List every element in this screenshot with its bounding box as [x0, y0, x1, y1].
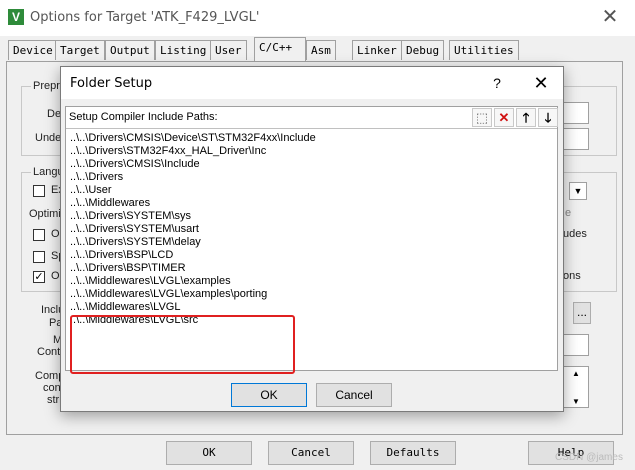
tab-device[interactable]: Device — [8, 40, 58, 60]
dialog-close-icon[interactable]: ✕ — [529, 71, 553, 95]
path-item[interactable]: ..\..\Drivers — [70, 171, 550, 184]
include-paths-list-box: Setup Compiler Include Paths: ⬚ ✕ 🡑 🡓 ..… — [65, 106, 558, 374]
outer-cancel-button[interactable]: Cancel — [268, 441, 354, 465]
list-header-label: Setup Compiler Include Paths: — [69, 111, 218, 123]
outer-defaults-button[interactable]: Defaults — [370, 441, 456, 465]
execute-only-checkbox[interactable] — [33, 185, 45, 197]
window-titlebar: V Options for Target 'ATK_F429_LVGL' ✕ — [0, 0, 635, 36]
tab-output[interactable]: Output — [105, 40, 155, 60]
window-title: Options for Target 'ATK_F429_LVGL' — [30, 10, 260, 25]
path-list: ..\..\Drivers\CMSIS\Device\ST\STM32F4xx\… — [70, 132, 550, 327]
tab-user[interactable]: User — [210, 40, 247, 60]
tab-debug[interactable]: Debug — [401, 40, 445, 60]
tab-c-cpp[interactable]: C/C++ — [254, 37, 306, 61]
path-item[interactable]: ..\..\Drivers\CMSIS\Include — [70, 158, 550, 171]
path-item[interactable]: ..\..\Middlewares\LVGL\examples — [70, 275, 550, 288]
option3-checkbox[interactable]: ✓ — [33, 271, 45, 283]
dropdown-arrow-icon[interactable]: ▼ — [569, 182, 587, 200]
include-paths-browse-button[interactable]: ... — [573, 302, 591, 324]
path-item[interactable]: ..\..\Drivers\SYSTEM\delay — [70, 236, 550, 249]
tab-asm[interactable]: Asm — [306, 40, 336, 60]
list-header: Setup Compiler Include Paths: ⬚ ✕ 🡑 🡓 — [66, 107, 558, 129]
misc-controls-input-edge[interactable] — [563, 334, 589, 356]
right-partial-e: e — [565, 207, 572, 219]
path-item[interactable]: ..\..\Drivers\CMSIS\Device\ST\STM32F4xx\… — [70, 132, 550, 145]
move-down-icon[interactable]: 🡓 — [538, 108, 558, 127]
dialog-title: Folder Setup — [70, 76, 153, 91]
dialog-titlebar: Folder Setup ? ✕ — [61, 67, 563, 99]
path-item[interactable]: ..\..\Drivers\STM32F4xx_HAL_Driver\Inc — [70, 145, 550, 158]
watermark: CSDN @james — [555, 452, 623, 463]
tab-listing[interactable]: Listing — [155, 40, 212, 60]
path-item[interactable]: ..\..\Drivers\BSP\TIMER — [70, 262, 550, 275]
window-close-icon[interactable]: ✕ — [598, 5, 622, 29]
new-folder-icon[interactable]: ⬚ — [472, 108, 492, 127]
option2-checkbox[interactable] — [33, 251, 45, 263]
compiler-string-scrollbar[interactable]: ▲ ▼ — [563, 366, 589, 408]
outer-ok-button[interactable]: OK — [166, 441, 252, 465]
path-item[interactable]: ..\..\Middlewares\LVGL — [70, 301, 550, 314]
path-item[interactable]: ..\..\Drivers\SYSTEM\usart — [70, 223, 550, 236]
tab-utilities[interactable]: Utilities — [449, 40, 519, 60]
tab-linker[interactable]: Linker — [352, 40, 402, 60]
keil-app-icon: V — [8, 9, 24, 25]
tab-target[interactable]: Target — [55, 40, 105, 60]
path-item[interactable]: ..\..\User — [70, 184, 550, 197]
option1-checkbox[interactable] — [33, 229, 45, 241]
move-up-icon[interactable]: 🡑 — [516, 108, 536, 127]
path-item[interactable]: ..\..\Drivers\SYSTEM\sys — [70, 210, 550, 223]
path-item[interactable]: ..\..\Middlewares\LVGL\src — [70, 314, 550, 327]
dialog-cancel-button[interactable]: Cancel — [316, 383, 392, 407]
path-item[interactable]: ..\..\Middlewares — [70, 197, 550, 210]
dialog-help-icon[interactable]: ? — [487, 73, 507, 93]
right-partial-ons: ons — [563, 270, 581, 282]
delete-icon[interactable]: ✕ — [494, 108, 514, 127]
right-partial-udes: udes — [563, 228, 587, 240]
dialog-ok-button[interactable]: OK — [231, 383, 307, 407]
path-item[interactable]: ..\..\Middlewares\LVGL\examples\porting — [70, 288, 550, 301]
path-item[interactable]: ..\..\Drivers\BSP\LCD — [70, 249, 550, 262]
folder-setup-dialog: Folder Setup ? ✕ Setup Compiler Include … — [60, 66, 564, 412]
